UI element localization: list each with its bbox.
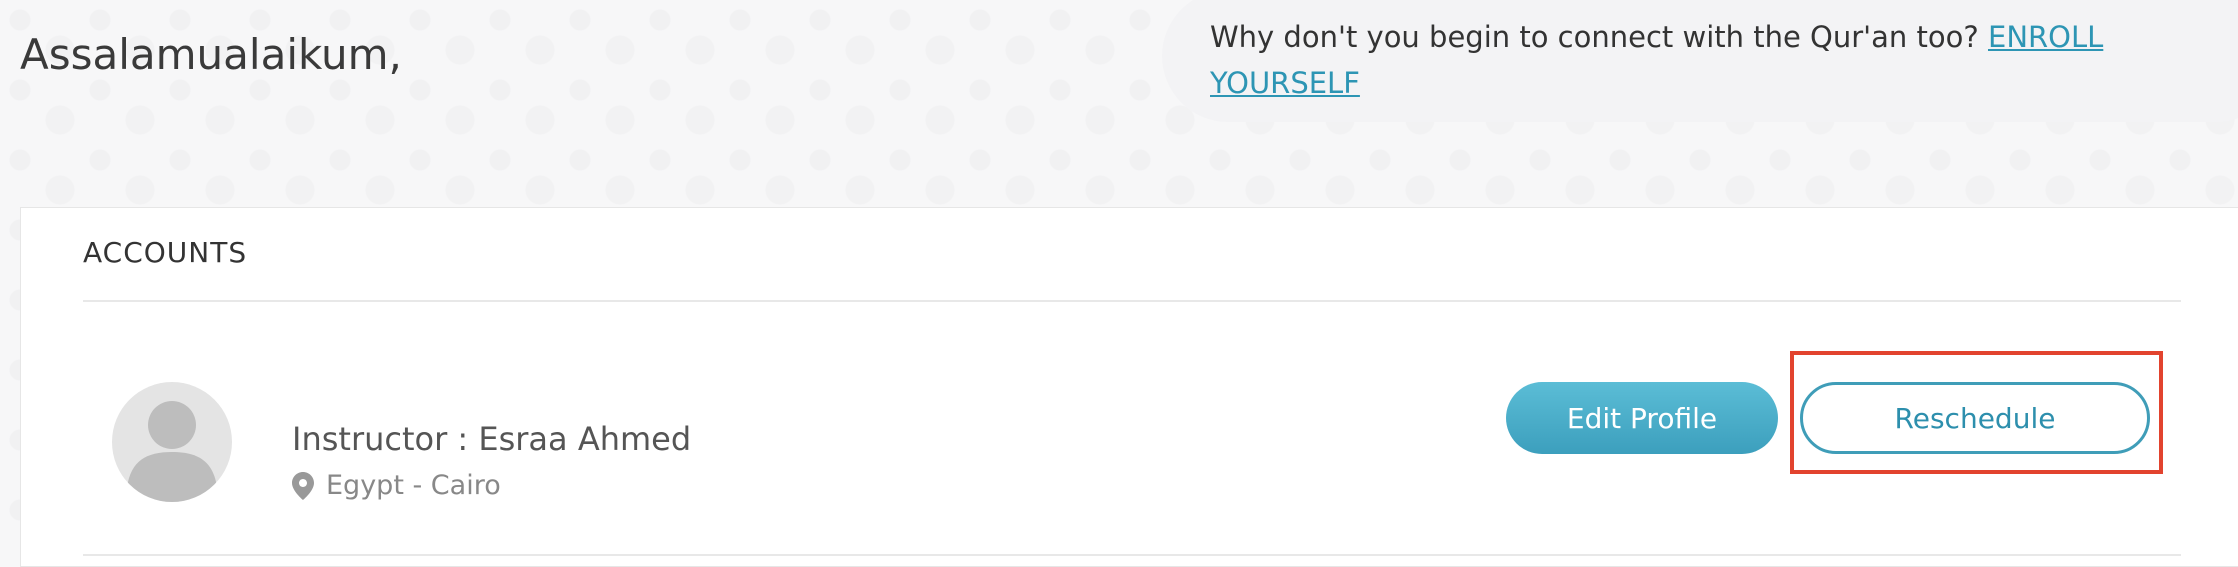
instructor-location: Egypt - Cairo xyxy=(292,470,501,501)
greeting-heading: Assalamualaikum, xyxy=(20,30,402,79)
enroll-banner-text: Why don't you begin to connect with the … xyxy=(1210,20,1988,54)
instructor-name: Instructor : Esraa Ahmed xyxy=(292,420,692,458)
reschedule-button[interactable]: Reschedule xyxy=(1800,382,2150,454)
location-text: Egypt - Cairo xyxy=(326,470,501,501)
enroll-banner: Why don't you begin to connect with the … xyxy=(1162,0,2238,122)
accounts-divider xyxy=(83,300,2181,302)
accounts-card: ACCOUNTS Instructor : Esraa Ahmed Egypt … xyxy=(20,207,2238,567)
user-silhouette-icon xyxy=(126,401,218,502)
edit-profile-button[interactable]: Edit Profile xyxy=(1506,382,1778,454)
accounts-title: ACCOUNTS xyxy=(83,236,248,269)
accounts-row-divider xyxy=(83,554,2181,556)
avatar xyxy=(112,382,232,502)
map-pin-icon xyxy=(292,471,314,500)
